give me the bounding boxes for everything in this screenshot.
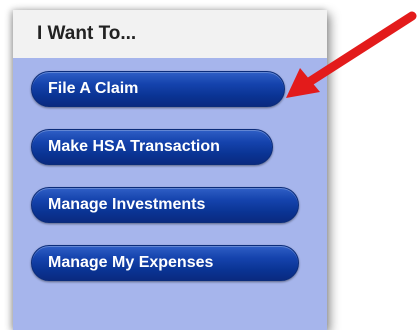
panel-title: I Want To... (37, 23, 137, 44)
manage-investments-label: Manage Investments (48, 196, 206, 213)
red-arrow-icon (286, 11, 417, 98)
manage-my-expenses-button[interactable]: Manage My Expenses (31, 245, 299, 281)
manage-my-expenses-label: Manage My Expenses (48, 254, 214, 271)
make-hsa-transaction-button[interactable]: Make HSA Transaction (31, 129, 273, 165)
file-a-claim-label: File A Claim (48, 80, 139, 97)
file-a-claim-button[interactable]: File A Claim (31, 71, 285, 107)
action-list: File A Claim Make HSA Transaction Manage… (31, 71, 299, 303)
manage-investments-button[interactable]: Manage Investments (31, 187, 299, 223)
make-hsa-transaction-label: Make HSA Transaction (48, 138, 220, 155)
